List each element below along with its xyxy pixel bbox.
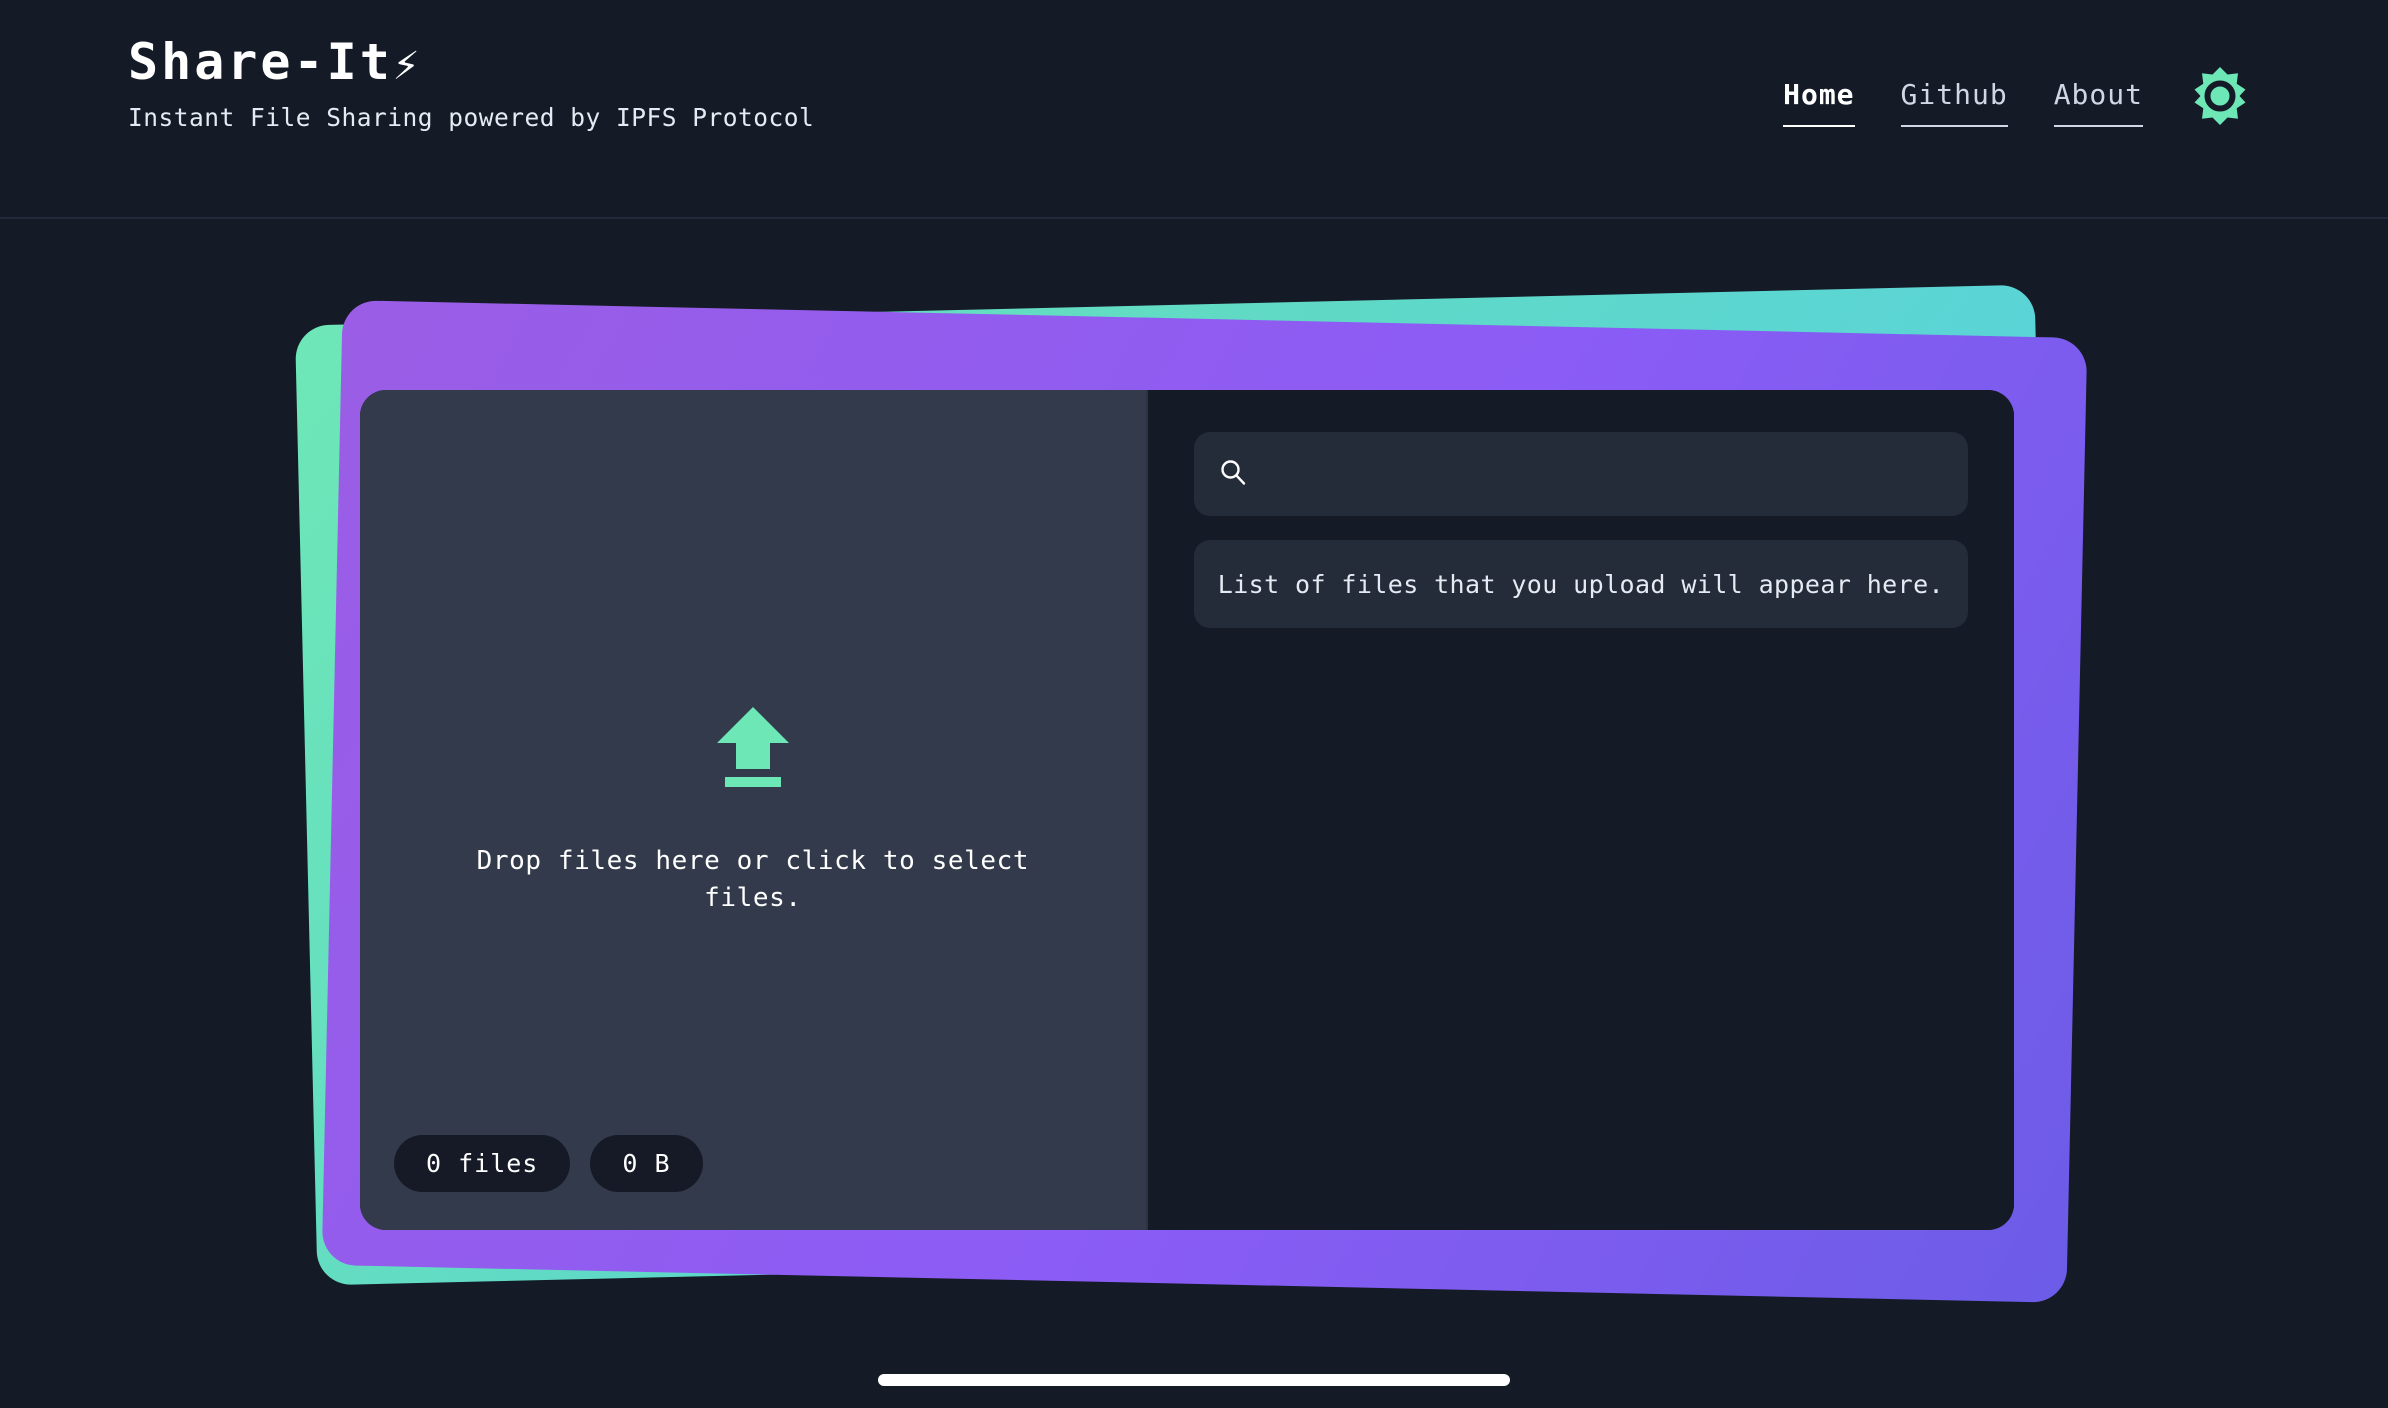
file-count-badge: 0 files [394,1135,571,1192]
brand-title-text: Share-It [128,33,393,91]
uploaded-files-list [1194,652,1968,1188]
sun-icon [2194,66,2246,125]
brand-block: Share-It⚡ Instant File Sharing powered b… [128,36,814,132]
nav-item-home[interactable]: Home [1783,78,1855,127]
empty-files-label: List of files that you upload will appea… [1217,569,1944,599]
nav-item-about[interactable]: About [2053,78,2144,127]
total-size-badge: 0 B [590,1135,703,1192]
search-input[interactable] [1263,432,1944,516]
page-subtitle: Instant File Sharing powered by IPFS Pro… [128,102,815,132]
card-stage: Drop files here or click to select files… [294,284,2098,1315]
lightning-bolt-icon: ⚡ [392,39,420,90]
search-icon [1218,457,1248,491]
search-bar[interactable] [1193,432,1968,516]
app-header: Share-It⚡ Instant File Sharing powered b… [0,0,2388,219]
dropzone-instruction: Drop files here or click to select files… [476,846,1046,913]
page-title: Share-It⚡ [128,36,814,89]
nav-item-github[interactable]: Github [1900,78,2008,127]
file-dropzone[interactable]: Drop files here or click to select files… [360,390,1146,1230]
main-nav: Home Github About [1783,66,2336,127]
upload-arrow-icon [712,703,794,791]
dropzone-stats: 0 files 0 B [394,1135,703,1192]
files-panel: List of files that you upload will appea… [1145,390,2014,1230]
home-indicator [878,1374,1510,1386]
main-card: Drop files here or click to select files… [360,390,2014,1230]
theme-toggle-button[interactable] [2189,65,2251,127]
empty-files-notice: List of files that you upload will appea… [1193,540,1968,628]
